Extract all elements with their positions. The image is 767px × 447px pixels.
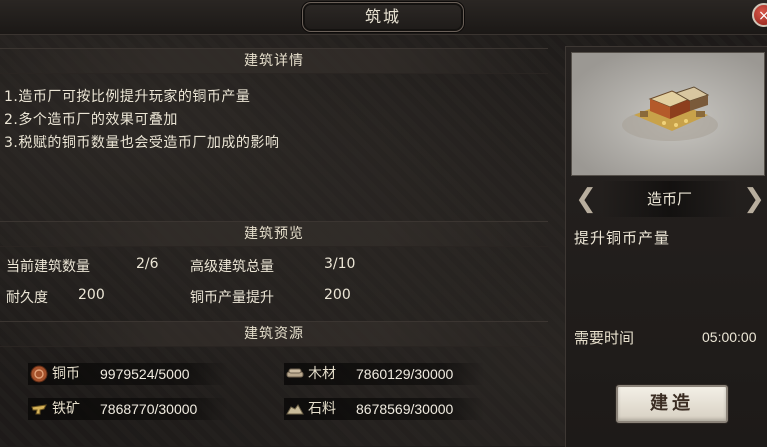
copper-boost-value: 200 [324,287,351,303]
current-count-value: 2/6 [136,256,159,272]
resource-name: 铁矿 [52,401,80,417]
resource-value: 7860129/30000 [356,366,454,382]
building-name: 造币厂 [601,181,738,217]
build-time-label: 需要时间 [574,329,635,347]
title-bar: 筑城 × [0,0,767,35]
copper-coin-icon [30,365,48,383]
close-icon: × [758,8,767,24]
close-button[interactable]: × [752,3,767,27]
details-heading: 建筑详情 [0,48,548,74]
resource-value: 9979524/5000 [100,366,190,382]
advanced-total-label: 高级建筑总量 [190,259,274,275]
stone-icon [286,404,304,415]
current-count-label: 当前建筑数量 [6,259,90,275]
preview-heading: 建筑预览 [0,221,548,247]
build-button[interactable]: 建造 [616,385,728,423]
wood-icon [286,368,304,378]
resource-copper: 铜币 9979524/5000 [28,363,228,385]
next-arrow-icon[interactable]: ❯ [743,183,765,215]
resource-name: 木材 [308,366,336,382]
durability-value: 200 [78,287,105,303]
resource-wood: 木材 7860129/30000 [284,363,484,385]
info-panel: 建筑详情 1.造币厂可按比例提升玩家的铜币产量 2.多个造币厂的效果可叠加 3.… [0,46,548,446]
resources-heading: 建筑资源 [0,321,548,347]
building-selector: ❮ 造币厂 ❯ [571,181,767,217]
resource-value: 8678569/30000 [356,401,454,417]
mint-building-illustration [622,86,718,141]
resource-name: 石料 [308,401,336,417]
building-panel: ❮ 造币厂 ❯ 提升铜币产量 需要时间 05:00:00 建造 [565,46,767,447]
build-time-value: 05:00:00 [702,329,757,345]
detail-line-3: 3.税赋的铜币数量也会受造币厂加成的影响 [4,135,280,151]
resource-iron: 铁矿 7868770/30000 [28,398,228,420]
resource-stone: 石料 8678569/30000 [284,398,484,420]
window-title: 筑城 [302,2,464,32]
copper-boost-label: 铜币产量提升 [190,290,274,306]
advanced-total-value: 3/10 [324,256,356,272]
resource-value: 7868770/30000 [100,401,198,417]
detail-line-2: 2.多个造币厂的效果可叠加 [4,112,178,128]
iron-ore-icon [31,404,47,415]
prev-arrow-icon[interactable]: ❮ [575,183,597,215]
detail-line-1: 1.造币厂可按比例提升玩家的铜币产量 [4,89,251,105]
building-description: 提升铜币产量 [574,229,671,247]
durability-label: 耐久度 [6,290,48,306]
building-image [571,52,765,176]
resource-name: 铜币 [52,366,80,382]
